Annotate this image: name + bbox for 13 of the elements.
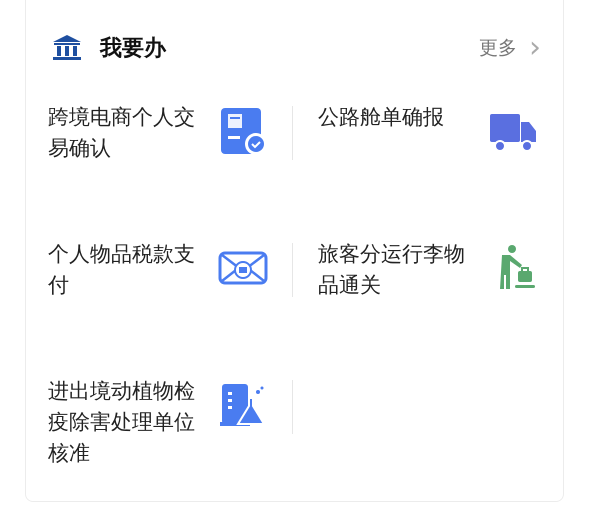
service-label: 旅客分运行李物品通关 <box>318 241 466 299</box>
more-link[interactable]: 更多 › <box>479 33 541 63</box>
service-label: 个人物品税款支付 <box>48 241 196 299</box>
service-label: 公路舱单确报 <box>318 104 445 131</box>
service-label: 进出境动植物检疫除害处理单位核准 <box>48 378 196 467</box>
service-item[interactable]: 公路舱单确报 <box>296 96 565 233</box>
service-item[interactable]: 旅客分运行李物品通关 <box>296 233 565 370</box>
bank-icon <box>52 34 82 62</box>
service-item[interactable]: 跨境电商个人交易确认 <box>26 96 296 233</box>
service-item[interactable]: 个人物品税款支付 <box>26 233 296 370</box>
section-title: 我要办 <box>100 34 166 62</box>
service-item[interactable]: 进出境动植物检疫除害处理单位核准 <box>26 370 296 507</box>
service-label: 跨境电商个人交易确认 <box>48 104 196 162</box>
